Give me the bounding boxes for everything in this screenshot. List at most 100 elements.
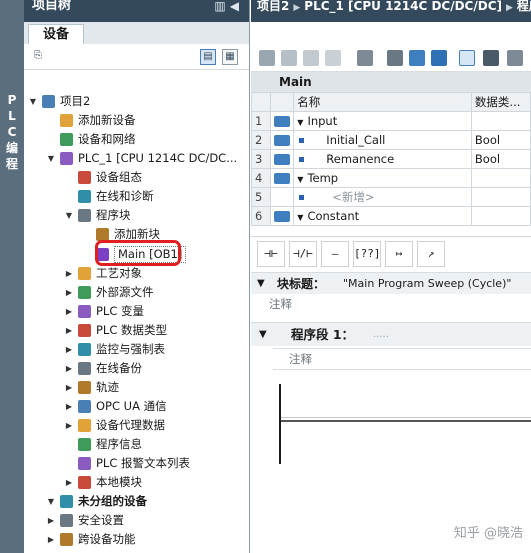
collapse-arrow-icon[interactable]: ▼ — [259, 323, 267, 347]
row-number: 6 — [251, 206, 272, 226]
variable-bullet-icon — [299, 195, 305, 200]
expand-arrow-icon[interactable]: ▼ — [297, 118, 303, 127]
tree-item[interactable]: 程序信息 — [24, 435, 249, 454]
name-cell[interactable]: Remanence — [293, 149, 472, 169]
collapse-arrow-icon[interactable]: ▶ — [64, 416, 74, 435]
open-branch-button[interactable]: ↦ — [385, 241, 413, 267]
expand-arrow-icon[interactable]: ▼ — [297, 175, 303, 184]
tree-item[interactable]: 在线和诊断 — [24, 187, 249, 206]
toolbar-list-icon[interactable] — [387, 50, 403, 66]
tree-item[interactable]: ▶ 设备代理数据 — [24, 416, 249, 435]
tree-item[interactable]: PLC 报警文本列表 — [24, 454, 249, 473]
tab-devices[interactable]: 设备 — [28, 24, 84, 44]
datatype-cell[interactable] — [470, 111, 531, 131]
toolbar-more-icon[interactable] — [507, 50, 523, 66]
collapse-arrow-icon[interactable]: ▶ — [64, 397, 74, 416]
tree-item[interactable]: 设备和网络 — [24, 130, 249, 149]
tree-item[interactable]: ▶ 外部源文件 — [24, 283, 249, 302]
interface-row[interactable]: 2 Initial_Call Bool — [251, 130, 531, 150]
tree-item[interactable]: ▶ 在线备份 — [24, 359, 249, 378]
tree-item[interactable]: ▶ 安全设置 — [24, 511, 249, 530]
online-backup-icon — [78, 362, 91, 375]
collapse-arrow-icon[interactable]: ▶ — [64, 359, 74, 378]
breadcrumb-item[interactable]: 项目2 — [257, 0, 289, 13]
toolbar-insert-icon[interactable] — [259, 50, 275, 66]
tree-item[interactable]: ▶ 跨设备功能 — [24, 530, 249, 549]
toolbar-view-icon[interactable] — [409, 50, 425, 66]
col-name-header[interactable]: 名称 — [293, 92, 472, 112]
collapse-arrow-icon[interactable]: ▶ — [64, 264, 74, 283]
network-header[interactable]: ▼ 程序段 1： ..... — [251, 322, 531, 346]
nc-contact-button[interactable]: ⊣/⊢ — [289, 241, 317, 267]
tree-item[interactable]: 设备组态 — [24, 168, 249, 187]
toolbar-close-icon[interactable] — [325, 50, 341, 66]
expand-arrow-icon[interactable]: ▼ — [46, 492, 56, 511]
expand-arrow-icon[interactable]: ▼ — [64, 206, 74, 225]
close-branch-button[interactable]: ↗ — [417, 241, 445, 267]
toolbar-split-icon[interactable] — [431, 50, 447, 66]
col-datatype-header[interactable]: 数据类... — [470, 92, 531, 112]
variable-name: <新增> — [332, 190, 375, 204]
datatype-cell[interactable] — [470, 168, 531, 188]
name-cell[interactable]: ▼ Temp — [293, 168, 472, 188]
tree-item[interactable]: ▶ 工艺对象 — [24, 264, 249, 283]
tree-item[interactable]: ▶ PLC 数据类型 — [24, 321, 249, 340]
name-cell[interactable]: <新增> — [293, 187, 472, 207]
expand-arrow-icon[interactable]: ▼ — [46, 149, 56, 168]
toolbar-monitor-icon[interactable] — [357, 50, 373, 66]
expand-arrow-icon[interactable]: ▼ — [297, 213, 303, 222]
tree-item[interactable]: ▶ OPC UA 通信 — [24, 397, 249, 416]
toolbar-comment-icon[interactable] — [459, 50, 475, 66]
interface-row[interactable]: 3 Remanence Bool — [251, 149, 531, 169]
datatype-cell[interactable]: Bool — [470, 149, 531, 169]
new-item-icon[interactable]: ⎘ — [30, 49, 46, 65]
name-cell[interactable]: ▼ Input — [293, 111, 472, 131]
collapse-arrow-icon[interactable]: ▶ — [64, 283, 74, 302]
breadcrumb-item[interactable]: 程序块 — [517, 0, 531, 13]
collapse-arrow-icon[interactable]: ▶ — [64, 302, 74, 321]
plc-programming-side-tab[interactable]: PLC编程 — [0, 0, 24, 553]
block-comment[interactable]: 注释 — [269, 294, 292, 314]
rung-line[interactable] — [281, 420, 531, 422]
datatype-cell[interactable]: Bool — [470, 130, 531, 150]
toolbar-absolute-icon[interactable] — [483, 50, 499, 66]
interface-row[interactable]: 5 <新增> — [251, 187, 531, 207]
tree-item[interactable]: ▶ 本地模块 — [24, 473, 249, 492]
tree-item[interactable]: ▼ 未分组的设备 — [24, 492, 249, 511]
name-cell[interactable]: ▼ Constant — [293, 206, 472, 226]
view-list-icon[interactable]: ▤ — [200, 49, 216, 65]
interface-row[interactable]: 1 ▼ Input — [251, 111, 531, 131]
panel-pin-icon[interactable]: ▥◀ — [214, 0, 243, 12]
collapse-arrow-icon[interactable]: ▶ — [46, 511, 56, 530]
collapse-arrow-icon[interactable]: ▶ — [64, 378, 74, 397]
interface-row[interactable]: 4 ▼ Temp — [251, 168, 531, 188]
collapse-arrow-icon[interactable]: ▶ — [46, 530, 56, 549]
tree-item[interactable]: ▶ 监控与强制表 — [24, 340, 249, 359]
datatype-cell[interactable] — [470, 206, 531, 226]
block-title-row[interactable]: ▼ 块标题： "Main Program Sweep (Cycle)" — [251, 272, 531, 294]
coil-button[interactable]: –()– — [321, 241, 349, 284]
network-comment[interactable]: 注释 — [273, 348, 531, 370]
collapse-arrow-icon[interactable]: ▶ — [64, 340, 74, 359]
tree-item[interactable]: ▼ 项目2 — [24, 92, 249, 111]
collapse-arrow-icon[interactable]: ▶ — [64, 473, 74, 492]
block-title-value[interactable]: "Main Program Sweep (Cycle)" — [343, 273, 511, 295]
name-cell[interactable]: Initial_Call — [293, 130, 472, 150]
tree-item[interactable]: ▶ PLC 变量 — [24, 302, 249, 321]
toolbar-delete-icon[interactable] — [281, 50, 297, 66]
breadcrumb-item[interactable]: PLC_1 [CPU 1214C DC/DC/DC] — [304, 0, 502, 13]
tree-item[interactable]: ▼ 程序块 — [24, 206, 249, 225]
tree-item[interactable]: ▶ 轨迹 — [24, 378, 249, 397]
network-title-placeholder[interactable]: ..... — [373, 323, 389, 347]
no-contact-button[interactable]: ⊣⊢ — [257, 241, 285, 267]
empty-box-button[interactable]: [??] — [353, 241, 381, 267]
properties-icon[interactable]: ▦ — [222, 49, 238, 65]
interface-row[interactable]: 6 ▼ Constant — [251, 206, 531, 226]
collapse-arrow-icon[interactable]: ▶ — [64, 321, 74, 340]
tree-item[interactable]: 添加新设备 — [24, 111, 249, 130]
collapse-arrow-icon[interactable]: ▼ — [257, 273, 265, 295]
tree-item[interactable]: ▼ PLC_1 [CPU 1214C DC/DC... — [24, 149, 249, 168]
datatype-cell[interactable] — [470, 187, 531, 207]
expand-arrow-icon[interactable]: ▼ — [28, 92, 38, 111]
toolbar-open-icon[interactable] — [303, 50, 319, 66]
